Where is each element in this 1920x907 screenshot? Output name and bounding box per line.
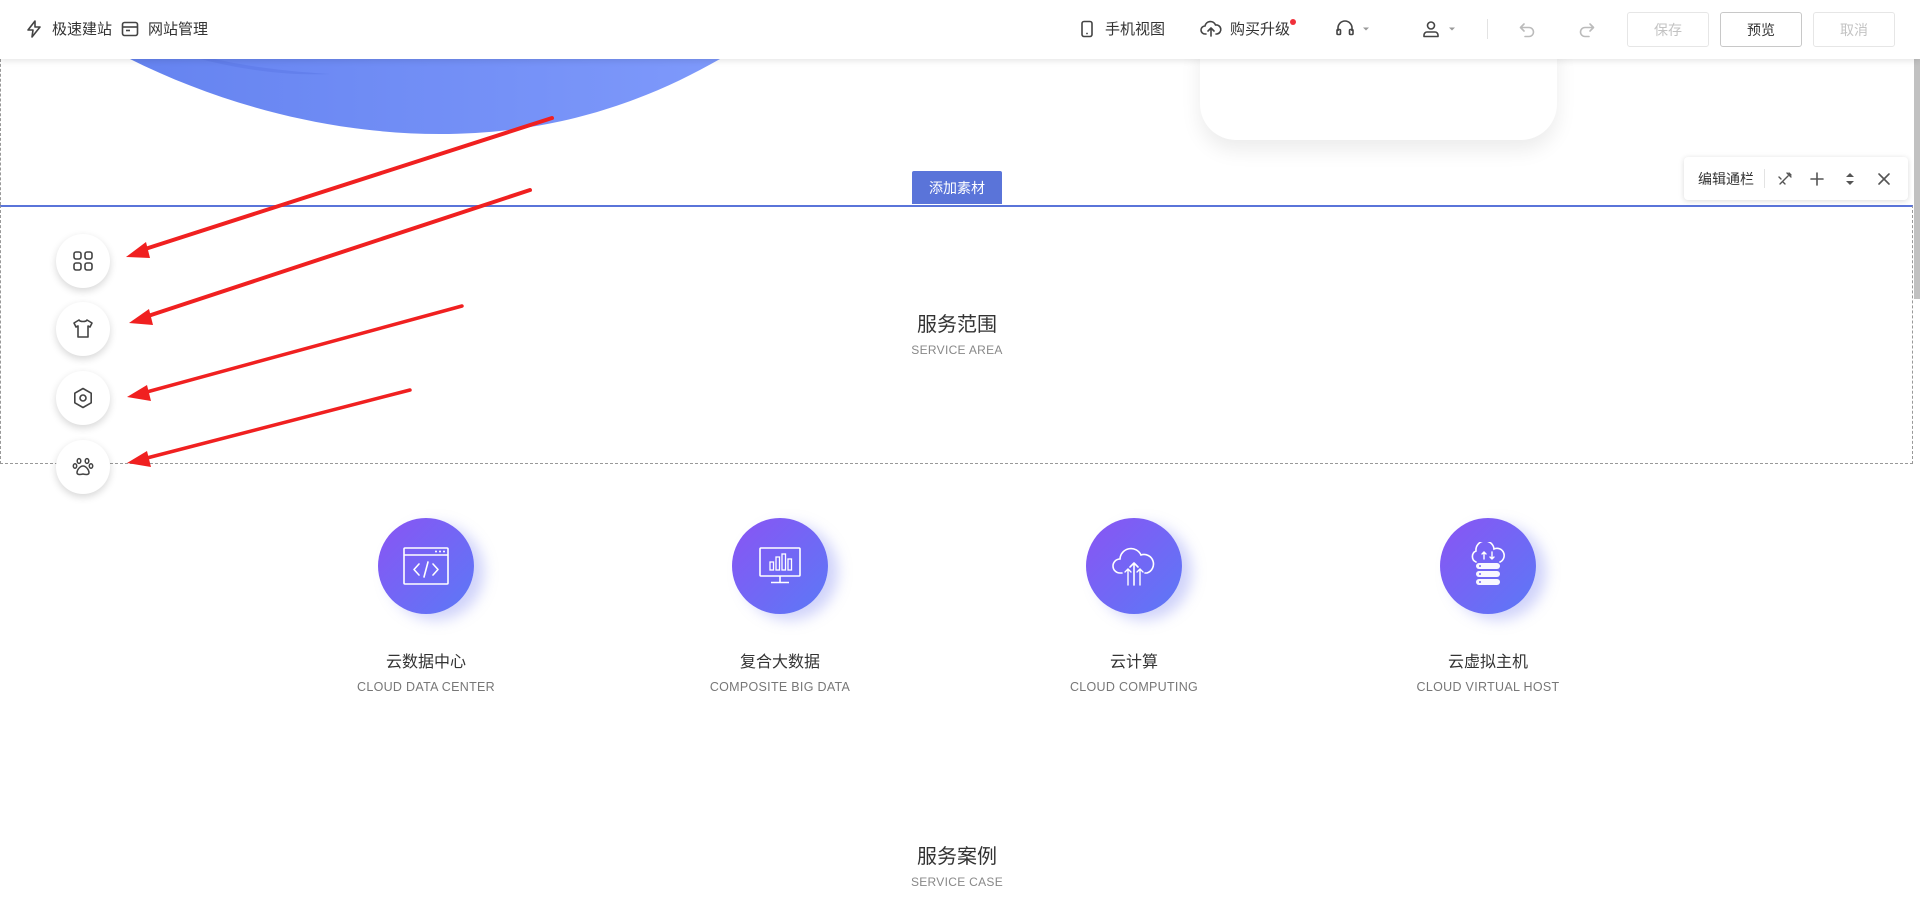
style-brush-icon[interactable] — [1775, 169, 1795, 189]
service-icon-circle — [378, 518, 474, 614]
pet-tool-button[interactable] — [56, 440, 110, 494]
add-material-button[interactable]: 添加素材 — [912, 171, 1002, 204]
cloud-upload-icon — [1200, 20, 1222, 37]
undo-button[interactable] — [1517, 0, 1545, 57]
move-updown-icon[interactable] — [1840, 169, 1860, 189]
service-title: 云计算 — [1109, 654, 1158, 671]
user-icon — [1423, 20, 1439, 37]
code-window-icon — [403, 547, 449, 585]
browser-window-icon — [121, 21, 139, 36]
caret-down-icon — [1363, 27, 1369, 30]
edit-bar-divider — [1764, 169, 1765, 188]
edit-bar: 编辑通栏 — [1684, 157, 1908, 200]
theme-tool-button[interactable] — [56, 302, 110, 356]
settings-tool-button[interactable] — [56, 371, 110, 425]
upgrade-button[interactable]: 购买升级 — [1200, 0, 1290, 57]
service-item[interactable]: 云计算 CLOUD COMPUTING — [1004, 518, 1264, 694]
service-item[interactable]: 云虚拟主机 CLOUD VIRTUAL HOST — [1358, 518, 1618, 694]
service-area-title: 服务范围 — [917, 314, 997, 336]
undo-icon — [1519, 22, 1535, 37]
service-subtitle: COMPOSITE BIG DATA — [709, 680, 851, 694]
toolbar-divider — [1487, 19, 1488, 39]
service-subtitle: CLOUD VIRTUAL HOST — [1416, 680, 1560, 694]
service-case-heading: 服务案例 SERVICE CASE — [757, 840, 1157, 889]
lightning-icon — [27, 19, 41, 38]
phone-icon — [1081, 20, 1093, 37]
service-case-subtitle: SERVICE CASE — [910, 875, 1004, 889]
apps-tool-button[interactable] — [56, 234, 110, 288]
redo-button[interactable] — [1577, 0, 1605, 57]
quick-build-button[interactable]: 极速建站 — [24, 0, 112, 57]
notification-dot — [1290, 19, 1296, 25]
service-title: 复合大数据 — [739, 654, 820, 671]
preview-button[interactable]: 预览 — [1720, 12, 1802, 47]
service-subtitle: CLOUD COMPUTING — [1069, 680, 1199, 694]
user-menu-button[interactable] — [1420, 0, 1464, 57]
hero-blob-shape — [130, 59, 720, 134]
service-icon-circle — [732, 518, 828, 614]
service-item[interactable]: 云数据中心 CLOUD DATA CENTER — [296, 518, 556, 694]
service-case-title: 服务案例 — [917, 846, 997, 868]
service-title: 云数据中心 — [385, 654, 466, 671]
quick-build-label: 极速建站 — [52, 21, 113, 38]
service-area-heading: 服务范围 SERVICE AREA — [757, 308, 1157, 357]
headset-icon — [1336, 19, 1354, 35]
mobile-view-label: 手机视图 — [1105, 21, 1166, 38]
close-icon[interactable] — [1874, 169, 1894, 189]
cloud-upload-icon — [1112, 547, 1155, 586]
monitor-chart-icon — [759, 547, 801, 584]
service-icon-circle — [1440, 518, 1536, 614]
service-item[interactable]: 复合大数据 COMPOSITE BIG DATA — [650, 518, 910, 694]
service-icon-circle — [1086, 518, 1182, 614]
site-manage-button[interactable]: 网站管理 — [120, 0, 208, 57]
service-subtitle: CLOUD DATA CENTER — [357, 680, 495, 694]
service-title: 云虚拟主机 — [1447, 654, 1528, 671]
redo-icon — [1579, 22, 1595, 37]
caret-down-icon — [1449, 27, 1455, 30]
paw-icon — [72, 457, 94, 476]
cancel-button[interactable]: 取消 — [1813, 12, 1895, 47]
service-area-subtitle: SERVICE AREA — [911, 343, 1003, 357]
save-button[interactable]: 保存 — [1627, 12, 1709, 47]
top-toolbar: 极速建站 网站管理 手机视图 购买升级 保存 预览 取消 — [0, 0, 1920, 59]
support-menu-button[interactable] — [1334, 0, 1378, 57]
cloud-server-icon — [1471, 542, 1505, 585]
apps-icon — [73, 251, 93, 271]
edit-bar-label[interactable]: 编辑通栏 — [1698, 157, 1754, 200]
shirt-icon — [73, 319, 93, 338]
site-manage-label: 网站管理 — [148, 21, 209, 38]
mobile-view-button[interactable]: 手机视图 — [1077, 0, 1165, 57]
page-scrollbar[interactable] — [1914, 59, 1920, 299]
upgrade-label: 购买升级 — [1230, 21, 1291, 38]
add-icon[interactable] — [1807, 169, 1827, 189]
settings-icon — [74, 387, 92, 409]
